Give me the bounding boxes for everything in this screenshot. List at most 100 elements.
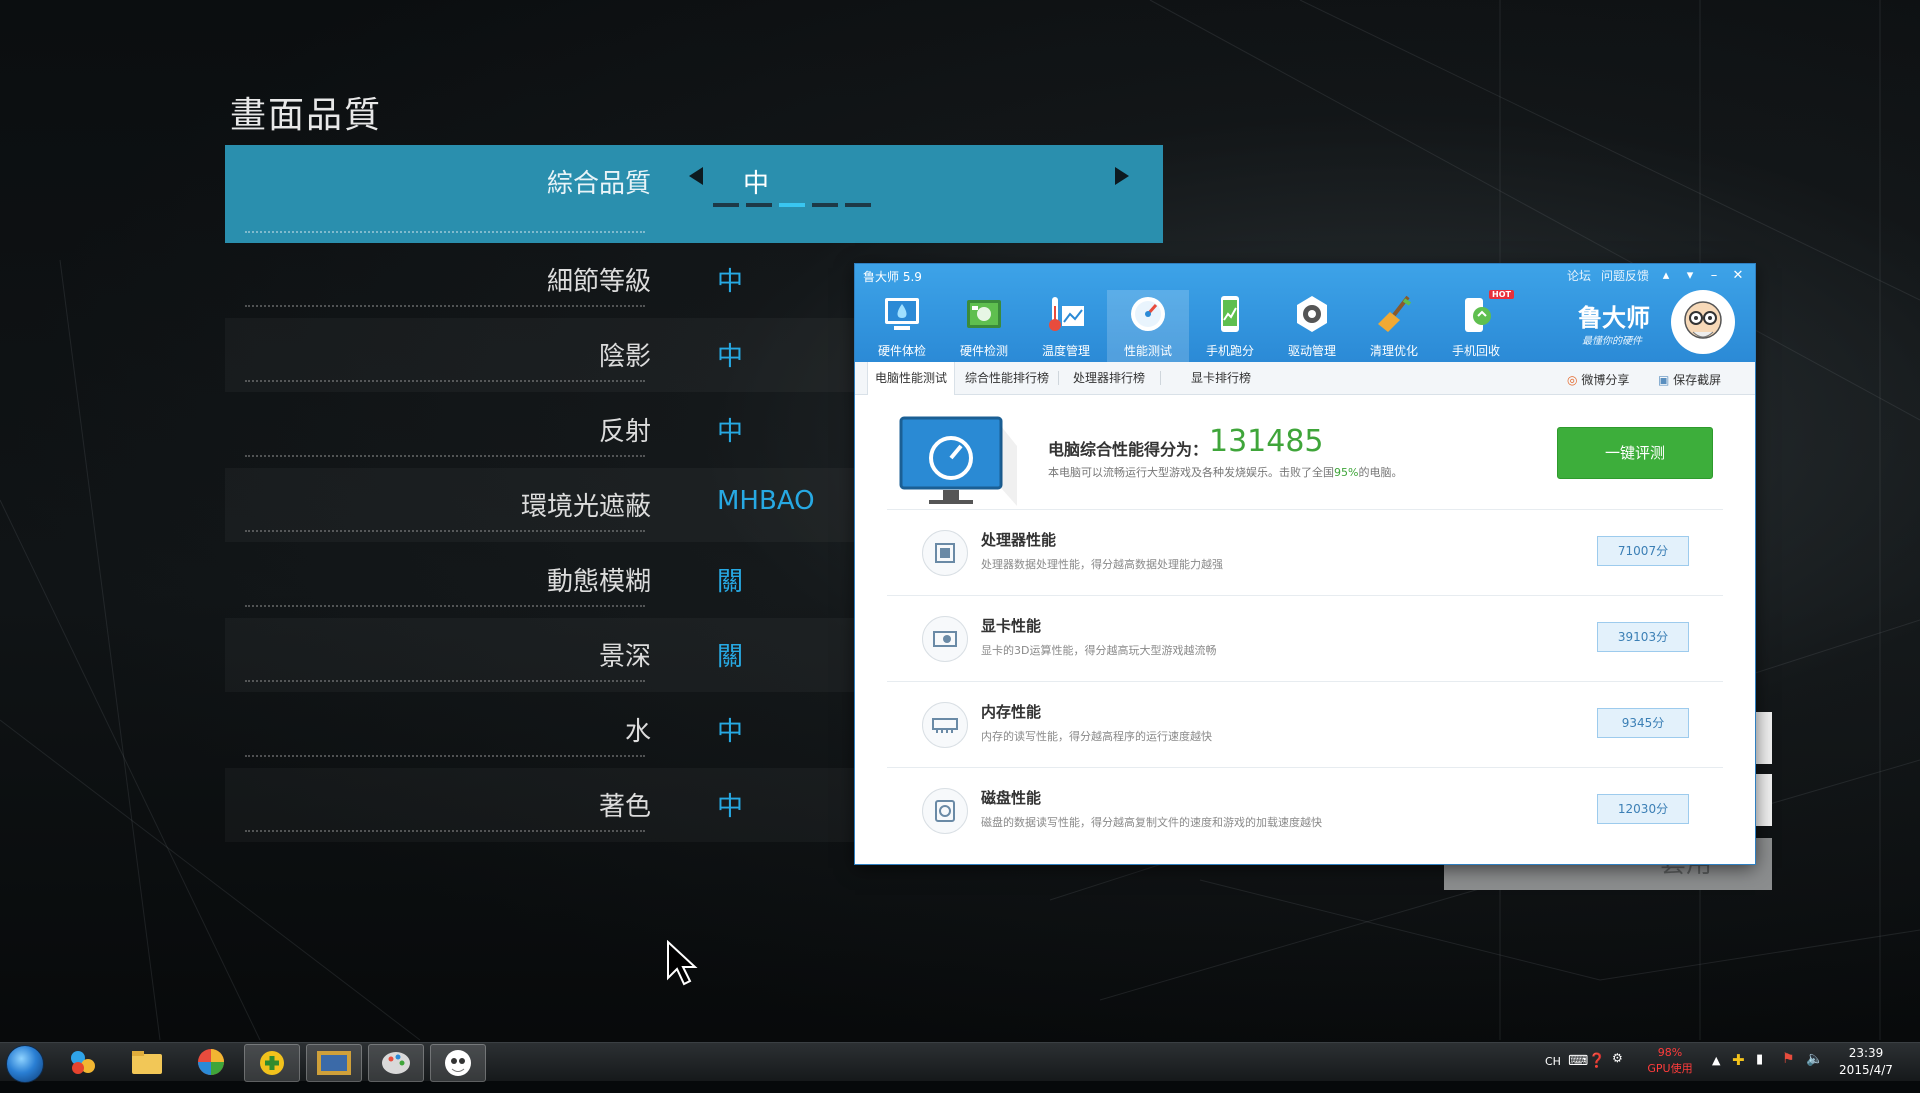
nav-phone-benchmark[interactable]: 手机跑分 <box>1189 290 1271 362</box>
setting-row-overall-quality[interactable]: 綜合品質 中 <box>225 145 1163 243</box>
nav-label: 硬件体检 <box>877 344 926 358</box>
taskbar-app-icon[interactable] <box>430 1044 486 1082</box>
disk-score-badge[interactable]: 12030分 <box>1597 794 1689 824</box>
game-thumbnail-icon <box>317 1051 351 1075</box>
network-signal-icon[interactable]: ▮ <box>1756 1052 1763 1090</box>
taskbar-app-icon[interactable] <box>184 1044 238 1080</box>
nav-hardware-detect[interactable]: 硬件检测 <box>943 290 1025 362</box>
brand-name: 鲁大师 <box>1578 304 1650 332</box>
health-check-icon <box>885 298 919 330</box>
cpu-performance-title: 处理器性能 <box>981 531 1057 549</box>
ludashi-taskbar-icon <box>445 1050 471 1076</box>
cpu-performance-row: 处理器性能 处理器数据处理性能，得分越高数据处理能力越强 71007分 <box>887 509 1723 596</box>
memory-performance-title: 内存性能 <box>981 703 1042 721</box>
setting-value: 中 <box>717 342 744 372</box>
arrow-left-icon[interactable] <box>689 167 703 185</box>
ludashi-header: 鲁大师 5.9 论坛 问题反馈 ▴ ▾ – ✕ 硬件体检 硬件检测 温度管理 性… <box>855 264 1755 362</box>
nav-temperature[interactable]: 温度管理 <box>1025 290 1107 362</box>
disk-icon <box>922 788 968 834</box>
disk-performance-row: 磁盘性能 磁盘的数据读写性能，得分越高复制文件的速度和游戏的加载速度越快 120… <box>887 767 1723 854</box>
save-screenshot-button[interactable]: ▣ 保存截屏 <box>1658 371 1721 388</box>
quality-level-segment <box>713 203 739 207</box>
nav-label: 清理优化 <box>1369 344 1418 358</box>
setting-label: 著色 <box>598 792 651 822</box>
score-desc-prefix: 本电脑可以流畅运行大型游戏及各种发烧娱乐。击败了全国 <box>1048 466 1334 479</box>
tab-cpu-ranking[interactable]: 处理器排行榜 <box>1061 362 1157 394</box>
arrow-right-icon[interactable] <box>1115 167 1129 185</box>
taskbar-app-icon[interactable] <box>120 1044 174 1080</box>
gpu-usage-indicator: 98% GPU使用 <box>1640 1045 1700 1077</box>
nav-label: 手机回收 <box>1451 344 1500 358</box>
mascot-avatar <box>1671 290 1735 354</box>
start-button[interactable] <box>6 1045 44 1083</box>
setting-label: 水 <box>624 717 651 747</box>
one-click-evaluate-button[interactable]: 一键评测 <box>1557 427 1713 479</box>
gpu-score-badge[interactable]: 39103分 <box>1597 622 1689 652</box>
taskbar-app-icon[interactable] <box>56 1044 110 1080</box>
tab-pc-performance[interactable]: 电脑性能测试 <box>867 362 955 395</box>
setting-label: 景深 <box>598 642 651 672</box>
menu-icon[interactable]: ▾ <box>1683 268 1697 283</box>
score-label: 电脑综合性能得分为： <box>1048 440 1209 459</box>
setting-value: 中 <box>717 417 744 447</box>
setting-value: MHBAO <box>717 486 815 516</box>
weibo-share-label: 微博分享 <box>1581 373 1630 387</box>
row-divider <box>245 231 645 233</box>
gpu-performance-row: 显卡性能 显卡的3D运算性能，得分越高玩大型游戏越流畅 39103分 <box>887 595 1723 682</box>
setting-value: 關 <box>717 642 744 672</box>
taskbar-app-icon[interactable] <box>306 1044 362 1082</box>
color-wheel-icon <box>198 1049 224 1075</box>
cpu-score-badge[interactable]: 71007分 <box>1597 536 1689 566</box>
side-button[interactable] <box>1752 712 1772 764</box>
action-center-flag-icon[interactable]: ⚑ <box>1782 1051 1795 1089</box>
setting-value: 關 <box>717 567 744 597</box>
skin-icon[interactable]: ▴ <box>1659 268 1673 283</box>
help-icon[interactable]: ❓ <box>1588 1053 1605 1091</box>
keyboard-icon[interactable]: ⌨ <box>1568 1053 1588 1091</box>
language-indicator[interactable]: CH <box>1545 1055 1561 1093</box>
mouse-cursor-icon <box>667 940 698 986</box>
nav-phone-recycle[interactable]: HOT 手机回收 <box>1435 290 1517 362</box>
row-divider <box>245 680 645 682</box>
broom-icon <box>1378 295 1412 332</box>
camera-icon: ▣ <box>1658 373 1670 387</box>
feedback-link[interactable]: 问题反馈 <box>1601 267 1649 284</box>
row-divider <box>245 530 645 532</box>
nav-clean-optimize[interactable]: 清理优化 <box>1353 290 1435 362</box>
weibo-share-button[interactable]: ◎ 微博分享 <box>1567 371 1629 388</box>
tray-app-icon[interactable]: ✚ <box>1732 1051 1745 1089</box>
system-clock[interactable]: 23:39 2015/4/7 <box>1836 1045 1896 1079</box>
row-divider <box>245 755 645 757</box>
row-divider <box>245 830 645 832</box>
driver-gear-icon <box>1297 296 1327 332</box>
score-desc-suffix: 的电脑。 <box>1358 466 1403 479</box>
window-title: 鲁大师 5.9 <box>863 270 922 284</box>
nav-label: 手机跑分 <box>1205 344 1254 358</box>
nav-performance-test[interactable]: 性能测试 <box>1107 290 1189 362</box>
gpu-performance-title: 显卡性能 <box>981 617 1042 635</box>
forum-link[interactable]: 论坛 <box>1567 267 1591 284</box>
gpu-performance-desc: 显卡的3D运算性能，得分越高玩大型游戏越流畅 <box>981 644 1217 657</box>
close-icon[interactable]: ✕ <box>1731 268 1745 283</box>
setting-label: 細節等級 <box>546 267 651 297</box>
nav-label: 硬件检测 <box>959 344 1008 358</box>
setting-label: 反射 <box>598 417 651 447</box>
setting-label: 陰影 <box>598 342 651 372</box>
hardware-board-icon <box>967 300 1001 328</box>
ime-settings-icon[interactable]: ⚙ <box>1612 1051 1623 1089</box>
speedometer-icon <box>1131 297 1165 331</box>
memory-score-badge[interactable]: 9345分 <box>1597 708 1689 738</box>
minimize-icon[interactable]: – <box>1707 268 1721 283</box>
nav-health-check[interactable]: 硬件体检 <box>861 290 943 362</box>
nav-driver-management[interactable]: 驱动管理 <box>1271 290 1353 362</box>
taskbar-app-icon[interactable] <box>368 1044 424 1082</box>
side-button[interactable] <box>1752 774 1772 826</box>
tray-expand-icon[interactable]: ▲ <box>1712 1054 1720 1092</box>
save-screenshot-label: 保存截屏 <box>1673 373 1722 387</box>
setting-value: 中 <box>743 169 770 199</box>
taskbar-app-icon[interactable] <box>244 1044 300 1082</box>
tab-overall-ranking[interactable]: 综合性能排行榜 <box>959 362 1055 394</box>
tab-gpu-ranking[interactable]: 显卡排行榜 <box>1173 362 1269 394</box>
tab-separator <box>1160 371 1161 385</box>
volume-icon[interactable]: 🔈 <box>1806 1051 1823 1089</box>
